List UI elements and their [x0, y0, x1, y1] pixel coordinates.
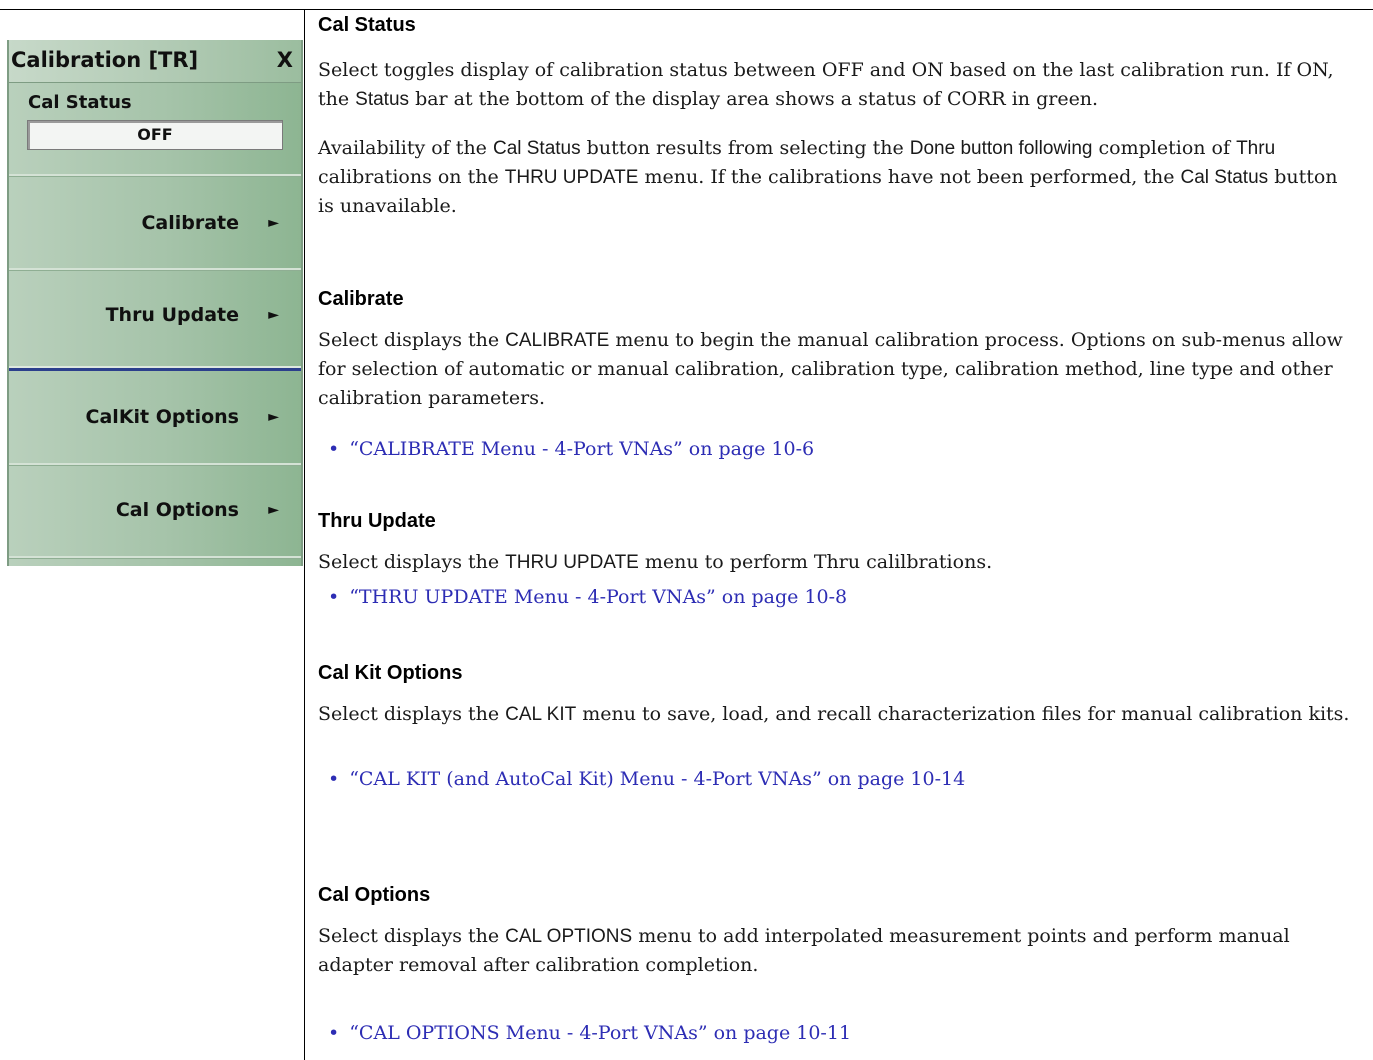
cal-status-heading: Cal Status — [318, 14, 416, 36]
cal-options-paragraph: Select displays the CAL OPTIONS menu to … — [318, 925, 1290, 976]
submenu-arrow-icon: ► — [268, 307, 279, 323]
calibrate-button[interactable]: Calibrate ► — [9, 178, 301, 268]
calibrate-heading: Calibrate — [318, 288, 404, 310]
cal-status-label: Cal Status — [28, 92, 132, 113]
cal-options-button[interactable]: Cal Options ► — [9, 465, 301, 555]
cal-options-menu-link[interactable]: • “CAL OPTIONS Menu - 4-Port VNAs” on pag… — [318, 1022, 851, 1044]
calibrate-menu-link[interactable]: • “CALIBRATE Menu - 4-Port VNAs” on page … — [318, 438, 814, 460]
column-divider — [304, 9, 305, 1060]
cal-options-button-label: Cal Options — [115, 499, 239, 521]
calkit-options-button-label: CalKit Options — [85, 406, 239, 428]
submenu-arrow-icon: ► — [268, 215, 279, 231]
cal-status-toggle[interactable]: OFF — [27, 120, 283, 150]
cal-kit-paragraph: Select displays the CAL KIT menu to save… — [318, 703, 1350, 725]
thru-update-heading: Thru Update — [318, 510, 436, 532]
calkit-options-button[interactable]: CalKit Options ► — [9, 372, 301, 462]
menu-title-bar: Calibration [TR] X — [9, 40, 301, 83]
thru-update-paragraph: Select displays the THRU UPDATE menu to … — [318, 551, 993, 573]
cal-status-paragraph-1: Select toggles display of calibration st… — [318, 59, 1334, 110]
thru-update-button-label: Thru Update — [105, 304, 239, 326]
close-icon[interactable]: X — [277, 48, 293, 72]
calibrate-paragraph: Select displays the CALIBRATE menu to be… — [318, 329, 1343, 409]
menu-group-separator — [9, 368, 301, 371]
thru-update-button[interactable]: Thru Update ► — [9, 270, 301, 360]
calibrate-button-label: Calibrate — [141, 212, 239, 234]
cal-options-heading: Cal Options — [318, 884, 431, 906]
menu-separator — [9, 556, 301, 559]
menu-title: Calibration [TR] — [11, 48, 199, 72]
thru-update-menu-link[interactable]: • “THRU UPDATE Menu - 4-Port VNAs” on pag… — [318, 586, 847, 608]
top-rule — [0, 9, 1373, 10]
submenu-arrow-icon: ► — [268, 502, 279, 518]
cal-kit-menu-link[interactable]: • “CAL KIT (and AutoCal Kit) Menu - 4-Por… — [318, 768, 965, 790]
submenu-arrow-icon: ► — [268, 409, 279, 425]
menu-separator — [9, 174, 301, 177]
cal-status-paragraph-2: Availability of the Cal Status button re… — [318, 137, 1338, 217]
cal-kit-options-heading: Cal Kit Options — [318, 662, 463, 684]
